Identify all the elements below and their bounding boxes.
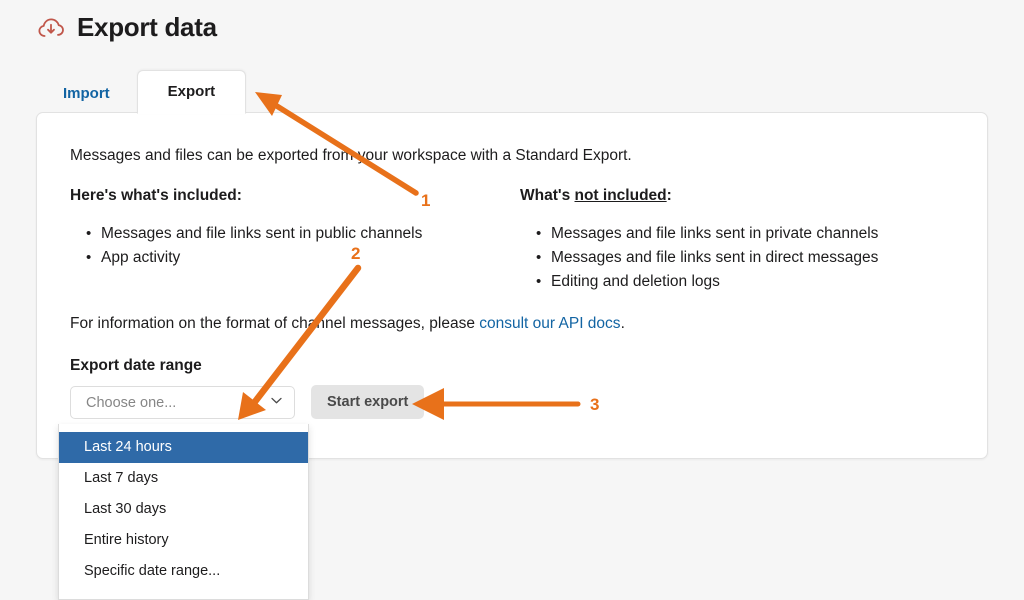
api-note-text-end: . bbox=[620, 315, 625, 332]
dropdown-option-last-30-days[interactable]: Last 30 days bbox=[59, 494, 308, 525]
not-included-heading-suffix: : bbox=[666, 187, 672, 204]
list-item: Messages and file links sent in direct m… bbox=[536, 246, 960, 270]
included-column: Here's what's included: Messages and fil… bbox=[70, 187, 520, 294]
list-item: Messages and file links sent in private … bbox=[536, 222, 960, 246]
not-included-heading-prefix: What's bbox=[520, 187, 575, 204]
dropdown-option-specific-date-range[interactable]: Specific date range... bbox=[59, 556, 308, 587]
list-item: Messages and file links sent in public c… bbox=[86, 222, 520, 246]
page-header: Export data bbox=[36, 12, 217, 43]
included-list: Messages and file links sent in public c… bbox=[70, 222, 520, 270]
dropdown-option-entire-history[interactable]: Entire history bbox=[59, 525, 308, 556]
not-included-heading: What's not included: bbox=[520, 187, 960, 205]
start-export-button[interactable]: Start export bbox=[311, 385, 425, 419]
page-title: Export data bbox=[77, 12, 217, 42]
cloud-download-icon bbox=[36, 13, 66, 43]
api-docs-link[interactable]: consult our API docs bbox=[479, 315, 620, 332]
tab-strip: Import Export bbox=[36, 68, 247, 114]
not-included-column: What's not included: Messages and file l… bbox=[520, 187, 960, 294]
api-note: For information on the format of channel… bbox=[70, 315, 625, 333]
date-range-dropdown-menu[interactable]: Last 24 hours Last 7 days Last 30 days E… bbox=[58, 424, 309, 600]
dropdown-option-last-24-hours[interactable]: Last 24 hours bbox=[59, 432, 308, 463]
tab-import[interactable]: Import bbox=[36, 73, 137, 114]
inclusion-columns: Here's what's included: Messages and fil… bbox=[70, 187, 960, 294]
not-included-heading-emphasis: not included bbox=[574, 187, 667, 204]
included-heading: Here's what's included: bbox=[70, 187, 242, 204]
export-panel: Messages and files can be exported from … bbox=[36, 112, 988, 459]
api-note-text: For information on the format of channel… bbox=[70, 315, 480, 332]
dropdown-option-last-7-days[interactable]: Last 7 days bbox=[59, 463, 308, 494]
date-range-label: Export date range bbox=[70, 357, 202, 374]
date-range-select-value: Choose one... bbox=[86, 394, 177, 411]
tab-export[interactable]: Export bbox=[136, 70, 247, 114]
list-item: Editing and deletion logs bbox=[536, 270, 960, 294]
chevron-down-icon bbox=[269, 393, 284, 413]
intro-text: Messages and files can be exported from … bbox=[70, 147, 632, 164]
list-item: App activity bbox=[86, 246, 520, 270]
date-range-select[interactable]: Choose one... bbox=[70, 386, 295, 419]
not-included-list: Messages and file links sent in private … bbox=[520, 222, 960, 294]
